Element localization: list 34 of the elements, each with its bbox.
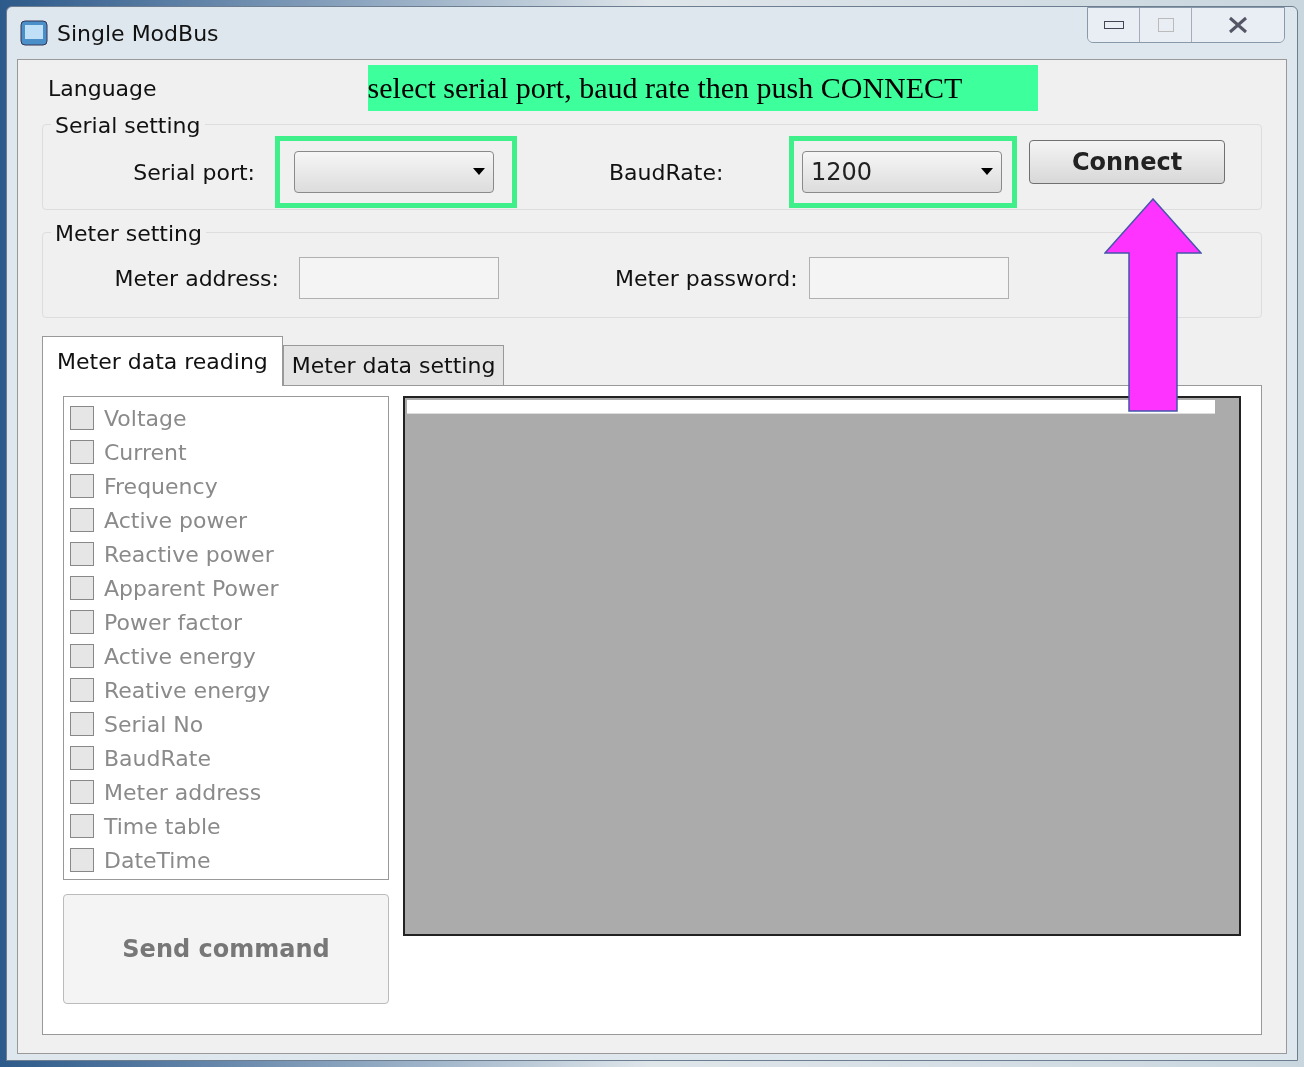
dropdown[interactable]: 1200 xyxy=(802,151,1002,193)
meter-address-field[interactable] xyxy=(299,257,499,299)
minimize-button[interactable] xyxy=(1088,8,1140,42)
checkbox-label: BaudRate xyxy=(104,744,211,773)
checkbox-label: Apparent Power xyxy=(104,574,279,603)
meter-address-label: Meter address: xyxy=(113,264,280,293)
checkbox-label: Current xyxy=(104,438,187,467)
dropdown-arrow-icon xyxy=(981,168,993,176)
checkbox-label: Reative energy xyxy=(104,676,271,705)
menu-item[interactable]: Language xyxy=(42,71,163,105)
close-icon xyxy=(1228,16,1248,34)
window-title: Single ModBus xyxy=(57,19,219,48)
checkbox-label: Active power xyxy=(104,506,248,535)
checkbox-label: Reactive power xyxy=(104,540,274,569)
tab[interactable]: Meter data reading xyxy=(42,336,283,386)
checkbox-label: Voltage xyxy=(104,404,187,433)
checkbox-label: DateTime xyxy=(104,846,211,875)
close-button[interactable] xyxy=(1192,8,1284,42)
checkbox-label: Time table xyxy=(104,812,221,841)
tab[interactable]: Meter data setting xyxy=(282,345,505,385)
connect-button[interactable]: Connect xyxy=(1029,140,1225,184)
checkbox-label: Active energy xyxy=(104,642,256,671)
meter-password-label: Meter password: xyxy=(615,264,799,293)
dropdown-arrow-icon xyxy=(473,168,485,176)
checkbox-label: Meter address xyxy=(104,778,262,807)
app-icon xyxy=(19,18,49,48)
baud-rate-label: BaudRate: xyxy=(609,158,725,187)
meter-password-field[interactable] xyxy=(809,257,1009,299)
instruction-note: select serial port, baud rate then push CONNECT xyxy=(367,65,1038,111)
checkbox-label: Power factor xyxy=(104,608,242,637)
checkbox-label: Serial No xyxy=(104,710,204,739)
checkbox-label: Frequency xyxy=(104,472,218,501)
serial-port-label: Serial port: xyxy=(132,158,256,187)
dropdown[interactable] xyxy=(294,151,494,193)
